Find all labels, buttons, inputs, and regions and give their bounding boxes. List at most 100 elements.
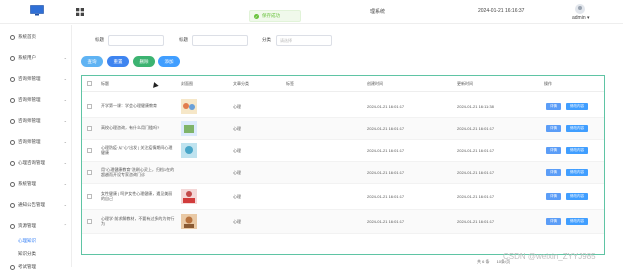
pagination: 共 6 条 10条/页 bbox=[477, 259, 510, 265]
row-checkbox[interactable] bbox=[87, 194, 92, 199]
row-category: 心理 bbox=[233, 194, 241, 199]
monitor-logo-icon bbox=[30, 5, 44, 16]
row-category: 心理 bbox=[233, 126, 241, 131]
detail-button[interactable]: 详情 bbox=[546, 193, 561, 200]
row-updated: 2024-01-21 16:01:17 bbox=[457, 194, 495, 199]
row-updated: 2024-01-21 16:01:17 bbox=[457, 170, 495, 175]
page-size-select[interactable]: 10条/页 bbox=[497, 259, 511, 264]
sidebar-item-counselor-1[interactable]: 咨询师管理 ⌄ bbox=[0, 73, 72, 85]
username-menu[interactable]: admin ▾ bbox=[572, 15, 590, 21]
sidebar-item-consult[interactable]: 心理咨询管理 ⌄ bbox=[0, 157, 72, 169]
category-select[interactable]: 请选择 bbox=[276, 35, 332, 46]
sidebar-subitem-category[interactable]: 知识分类 bbox=[0, 248, 72, 260]
home-icon bbox=[10, 34, 15, 40]
row-created: 2024-01-21 16:01:17 bbox=[367, 170, 405, 175]
chevron-up-icon: ⌃ bbox=[63, 223, 67, 228]
edit-button[interactable]: 修改内容 bbox=[566, 169, 588, 176]
table-row[interactable]: 用"心理健康教育"洗刷心灵上，归档1在的超越而开设专家咨询门诊 心理 2024-… bbox=[82, 162, 604, 184]
sidebar-item-exam[interactable]: 考试管理 bbox=[0, 261, 72, 273]
row-checkbox[interactable] bbox=[87, 126, 92, 131]
delete-button[interactable]: 删除 bbox=[133, 56, 155, 67]
edit-button[interactable]: 修改内容 bbox=[566, 147, 588, 154]
sidebar-item-label: 咨询师管理 bbox=[18, 97, 41, 102]
sidebar-item-notice[interactable]: 通知公告管理 ⌄ bbox=[0, 199, 72, 211]
edit-button[interactable]: 修改内容 bbox=[566, 193, 588, 200]
edit-button[interactable]: 修改内容 bbox=[566, 103, 588, 110]
current-datetime: 2024-01-21 16:16:37 bbox=[478, 8, 525, 14]
row-title: 高校心理咨询，有什么用门槛吗? bbox=[101, 125, 160, 130]
row-title: 心理防疫·从"心"出发 | 关注疫情期间心理健康 bbox=[101, 145, 173, 155]
row-checkbox[interactable] bbox=[87, 148, 92, 153]
apps-grid-icon[interactable] bbox=[76, 8, 84, 16]
watermark: CSDN @weixin_ZYYJ985 bbox=[503, 252, 596, 261]
cover-input[interactable] bbox=[192, 35, 248, 46]
edit-button[interactable]: 修改内容 bbox=[566, 125, 588, 132]
check-circle-icon: ✓ bbox=[254, 13, 259, 19]
avatar[interactable] bbox=[575, 4, 585, 14]
row-category: 心理 bbox=[233, 170, 241, 175]
row-category: 心理 bbox=[233, 219, 241, 224]
table-row[interactable]: 心理防疫·从"心"出发 | 关注疫情期间心理健康 心理 2024-01-21 1… bbox=[82, 140, 604, 162]
sidebar-item-users[interactable]: 系统用户 ⌄ bbox=[0, 52, 72, 64]
cover-thumbnail bbox=[181, 214, 197, 229]
sidebar-item-label: 系统管理 bbox=[18, 181, 36, 186]
folder-icon bbox=[10, 223, 15, 229]
top-bar: 理系统 2024-01-21 16:16:37 admin ▾ bbox=[0, 0, 623, 24]
sidebar-item-label: 咨询师管理 bbox=[18, 139, 41, 144]
menu-icon bbox=[10, 264, 15, 270]
chevron-down-icon: ⌄ bbox=[63, 76, 67, 81]
table-row[interactable]: 高校心理咨询，有什么用门槛吗? 心理 2024-01-21 16:01:17 2… bbox=[82, 118, 604, 140]
row-updated: 2024-01-21 16:01:17 bbox=[457, 219, 495, 224]
sidebar-subitem-label: 心理知识 bbox=[18, 238, 36, 243]
sidebar-item-label: 咨询师管理 bbox=[18, 118, 41, 123]
knowledge-table: 标题 封面图 文章分类 标签 创建时间 更新时间 操作 开学第一课：学会心理健康… bbox=[81, 75, 605, 255]
sidebar-item-counselor-4[interactable]: 咨询师管理 ⌄ bbox=[0, 136, 72, 148]
search-button[interactable]: 查询 bbox=[81, 56, 103, 67]
detail-button[interactable]: 详情 bbox=[546, 218, 561, 225]
detail-button[interactable]: 详情 bbox=[546, 103, 561, 110]
category-label: 分类 bbox=[262, 37, 271, 42]
row-title: 开学第一课：学会心理健康教育 bbox=[101, 103, 157, 108]
table-row[interactable]: 心理学·前求解教材，不要有过多的为何行为 心理 2024-01-21 16:01… bbox=[82, 210, 604, 234]
chevron-down-icon: ⌄ bbox=[63, 139, 67, 144]
col-category: 文章分类 bbox=[233, 81, 249, 86]
edit-button[interactable]: 修改内容 bbox=[566, 218, 588, 225]
sidebar-item-label: 考试管理 bbox=[18, 264, 36, 269]
add-button[interactable]: 添加 bbox=[158, 56, 180, 67]
menu-icon bbox=[10, 160, 15, 166]
row-checkbox[interactable] bbox=[87, 219, 92, 224]
cover-thumbnail bbox=[181, 189, 197, 204]
row-title: 女性健康 | 呵护女性心理健康，遇见美丽的自己 bbox=[101, 191, 173, 201]
title-label: 标题 bbox=[95, 37, 104, 42]
menu-icon bbox=[10, 118, 15, 124]
col-tags: 标签 bbox=[286, 81, 294, 86]
table-row[interactable]: 女性健康 | 呵护女性心理健康，遇见美丽的自己 心理 2024-01-21 16… bbox=[82, 184, 604, 210]
sidebar-item-system[interactable]: 系统管理 ⌄ bbox=[0, 178, 72, 190]
chevron-down-icon: ⌄ bbox=[63, 118, 67, 123]
sidebar-item-counselor-3[interactable]: 咨询师管理 ⌄ bbox=[0, 115, 72, 127]
col-title: 标题 bbox=[101, 81, 109, 86]
detail-button[interactable]: 详情 bbox=[546, 169, 561, 176]
cover-label: 标题 bbox=[179, 37, 188, 42]
row-checkbox[interactable] bbox=[87, 170, 92, 175]
sidebar-subitem-knowledge[interactable]: 心理知识 bbox=[0, 235, 72, 247]
title-input[interactable] bbox=[108, 35, 164, 46]
row-checkbox[interactable] bbox=[87, 104, 92, 109]
system-title: 理系统 bbox=[370, 9, 386, 15]
sidebar-item-resources[interactable]: 资源管理 ⌃ bbox=[0, 220, 72, 232]
reset-button[interactable]: 重置 bbox=[107, 56, 129, 67]
table-row[interactable]: 开学第一课：学会心理健康教育 心理 2024-01-21 16:01:17 20… bbox=[82, 96, 604, 118]
sidebar-item-home[interactable]: 系统首页 bbox=[0, 31, 72, 43]
detail-button[interactable]: 详情 bbox=[546, 125, 561, 132]
row-created: 2024-01-21 16:01:17 bbox=[367, 104, 405, 109]
menu-icon bbox=[10, 139, 15, 145]
row-updated: 2024-01-21 16:01:17 bbox=[457, 126, 495, 131]
toast-message: 保存成功 bbox=[262, 13, 280, 18]
cover-thumbnail bbox=[181, 121, 197, 136]
detail-button[interactable]: 详情 bbox=[546, 147, 561, 154]
sidebar-item-label: 系统首页 bbox=[18, 34, 36, 39]
select-all-checkbox[interactable] bbox=[87, 81, 92, 86]
sidebar-item-counselor-2[interactable]: 咨询师管理 ⌄ bbox=[0, 94, 72, 106]
row-created: 2024-01-21 16:01:17 bbox=[367, 194, 405, 199]
chevron-down-icon: ⌄ bbox=[63, 202, 67, 207]
